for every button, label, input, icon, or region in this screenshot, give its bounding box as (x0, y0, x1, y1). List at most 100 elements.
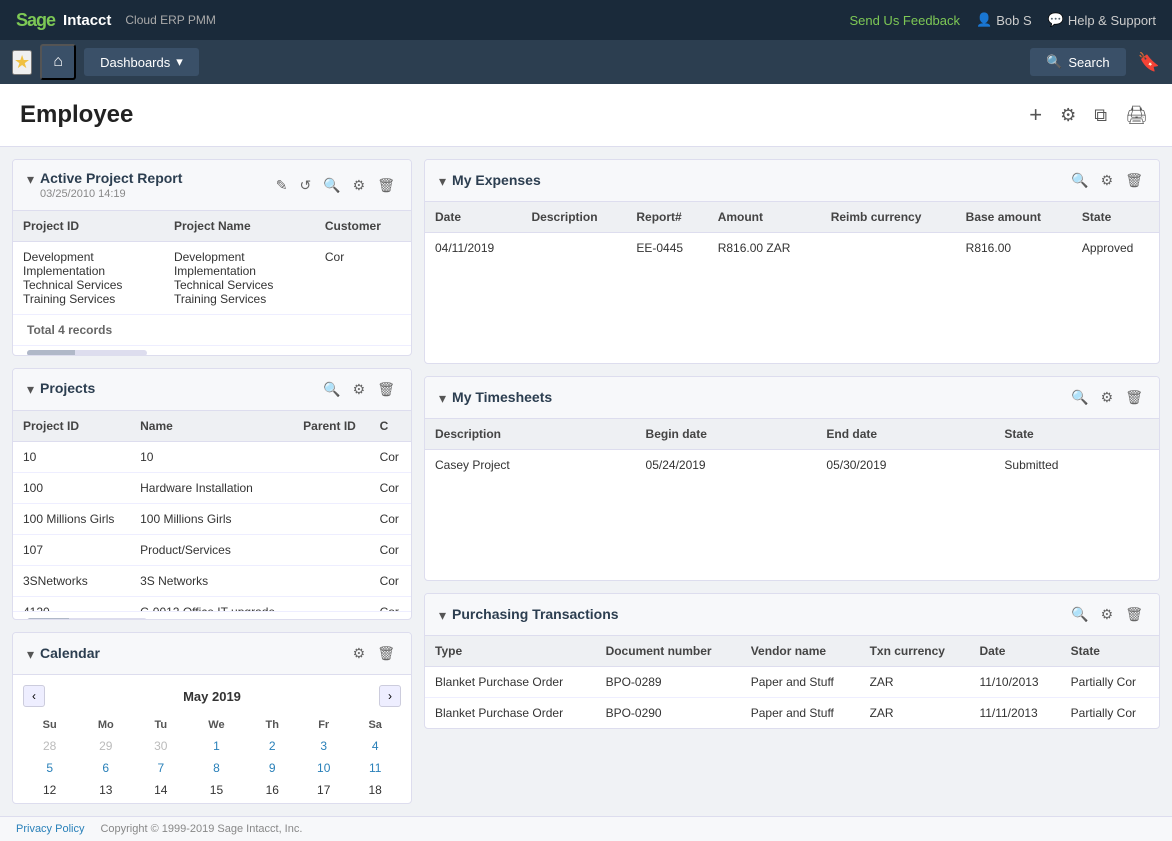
my-expenses-settings-button[interactable]: ⚙ (1099, 170, 1116, 191)
add-button[interactable]: + (1025, 98, 1046, 132)
table-cell: Cor (370, 503, 411, 534)
cal-header-fr: Fr (298, 715, 349, 735)
table-cell: 3S Networks (130, 565, 293, 596)
privacy-policy-link[interactable]: Privacy Policy (16, 823, 84, 835)
cal-day[interactable]: 5 (23, 757, 76, 779)
cal-day[interactable]: 15 (186, 779, 246, 801)
widget-title-block: Active Project Report 03/25/2010 14:19 (40, 170, 182, 200)
favorites-star-button[interactable]: ★ (12, 50, 32, 75)
dashboards-label: Dashboards (100, 55, 170, 70)
copyright-text: Copyright © 1999-2019 Sage Intacct, Inc. (100, 823, 302, 835)
purchasing-transactions-header: ▾ Purchasing Transactions 🔍 ⚙ 🗑 (425, 594, 1159, 636)
edit-icon-button[interactable]: ✎ (274, 175, 290, 196)
cell-project-name: DevelopmentImplementationTechnical Servi… (164, 242, 315, 315)
cal-day[interactable]: 17 (298, 779, 349, 801)
copy-button[interactable]: ⧉ (1090, 101, 1111, 130)
right-column: ▾ My Expenses 🔍 ⚙ 🗑 Date Description Rep… (424, 159, 1160, 804)
purchasing-search-button[interactable]: 🔍 (1069, 604, 1090, 625)
cal-day[interactable]: 14 (135, 779, 186, 801)
refresh-icon-button[interactable]: ↺ (297, 175, 313, 196)
search-button[interactable]: 🔍 Search (1030, 48, 1125, 76)
cal-day[interactable]: 18 (349, 779, 401, 801)
cal-day[interactable]: 4 (349, 735, 401, 757)
search-icon-button[interactable]: 🔍 (321, 175, 342, 196)
table-cell (293, 472, 369, 503)
table-cell: 05/30/2019 (816, 450, 994, 481)
calendar-prev-button[interactable]: ‹ (23, 685, 45, 707)
my-expenses-search-button[interactable]: 🔍 (1069, 170, 1090, 191)
col-reimb-currency: Reimb currency (821, 202, 956, 233)
user-icon: 👤 (976, 12, 992, 28)
cal-day[interactable]: 2 (246, 735, 298, 757)
cal-day[interactable]: 8 (186, 757, 246, 779)
col-amount: Amount (708, 202, 821, 233)
cal-day[interactable]: 9 (246, 757, 298, 779)
top-nav-right: Send Us Feedback 👤 Bob S 💬 Help & Suppor… (849, 12, 1156, 28)
cal-day[interactable]: 6 (76, 757, 135, 779)
table-cell: 10 (13, 441, 130, 472)
settings-icon-button[interactable]: ⚙ (351, 175, 368, 196)
help-info[interactable]: 💬 Help & Support (1048, 12, 1156, 28)
cal-day[interactable]: 28 (23, 735, 76, 757)
table-cell (293, 565, 369, 596)
cal-day[interactable]: 16 (246, 779, 298, 801)
my-timesheets-table-container: Description Begin date End date State Ca… (425, 419, 1159, 480)
table-row: Blanket Purchase OrderBPO-0290Paper and … (425, 698, 1159, 729)
cal-day[interactable]: 13 (76, 779, 135, 801)
my-timesheets-settings-button[interactable]: ⚙ (1099, 387, 1116, 408)
col-proj-id: Project ID (13, 411, 130, 442)
projects-search-button[interactable]: 🔍 (321, 379, 342, 400)
table-cell: Hardware Installation (130, 472, 293, 503)
table-cell: 10 (130, 441, 293, 472)
my-timesheets-title: My Timesheets (452, 389, 552, 405)
print-button[interactable]: 🖨 (1121, 101, 1152, 130)
cal-day[interactable]: 30 (135, 735, 186, 757)
second-nav-left: ★ ⌂ Dashboards ▾ (12, 44, 199, 80)
purchasing-delete-button[interactable]: 🗑 (1123, 604, 1145, 625)
calendar-header: ▾ Calendar ⚙ 🗑 (13, 633, 411, 675)
my-timesheets-collapse-button[interactable]: ▾ (439, 390, 446, 407)
help-icon: 💬 (1048, 12, 1064, 28)
table-cell (293, 441, 369, 472)
calendar-delete-button[interactable]: 🗑 (375, 643, 397, 664)
cal-day[interactable]: 1 (186, 735, 246, 757)
cal-day[interactable]: 11 (349, 757, 401, 779)
projects-widget: ▾ Projects 🔍 ⚙ 🗑 Project ID Name Parent … (12, 368, 412, 621)
cal-day[interactable]: 3 (298, 735, 349, 757)
table-cell: Cor (370, 596, 411, 611)
cal-day[interactable]: 12 (23, 779, 76, 801)
my-timesheets-search-button[interactable]: 🔍 (1069, 387, 1090, 408)
my-expenses-table-container: Date Description Report# Amount Reimb cu… (425, 202, 1159, 263)
my-expenses-delete-button[interactable]: 🗑 (1123, 170, 1145, 191)
my-expenses-collapse-button[interactable]: ▾ (439, 173, 446, 190)
projects-header: ▾ Projects 🔍 ⚙ 🗑 (13, 369, 411, 411)
table-cell (293, 596, 369, 611)
purchasing-table: Type Document number Vendor name Txn cur… (425, 636, 1159, 728)
home-button[interactable]: ⌂ (40, 44, 76, 80)
calendar-collapse-button[interactable]: ▾ (27, 646, 34, 663)
table-cell (293, 503, 369, 534)
calendar-settings-button[interactable]: ⚙ (351, 643, 368, 664)
my-timesheets-delete-button[interactable]: 🗑 (1123, 387, 1145, 408)
cal-week-2: 5 6 7 8 9 10 11 (23, 757, 401, 779)
table-cell (522, 233, 627, 264)
cal-day[interactable]: 10 (298, 757, 349, 779)
dashboards-menu[interactable]: Dashboards ▾ (84, 48, 199, 76)
settings-button[interactable]: ⚙ (1056, 101, 1080, 130)
cal-header-we: We (186, 715, 246, 735)
projects-delete-button[interactable]: 🗑 (375, 379, 397, 400)
bookmark-button[interactable]: 🔖 (1138, 52, 1160, 73)
purchasing-collapse-button[interactable]: ▾ (439, 607, 446, 624)
purchasing-settings-button[interactable]: ⚙ (1099, 604, 1116, 625)
feedback-link[interactable]: Send Us Feedback (849, 13, 960, 28)
projects-settings-button[interactable]: ⚙ (351, 379, 368, 400)
calendar-next-button[interactable]: › (379, 685, 401, 707)
projects-title: Projects (40, 380, 95, 396)
projects-collapse-button[interactable]: ▾ (27, 381, 34, 398)
col-report: Report# (626, 202, 707, 233)
cal-day[interactable]: 29 (76, 735, 135, 757)
cal-day[interactable]: 7 (135, 757, 186, 779)
calendar-month: May 2019 (183, 689, 241, 704)
collapse-button[interactable]: ▾ (27, 171, 34, 188)
delete-icon-button[interactable]: 🗑 (375, 175, 397, 196)
